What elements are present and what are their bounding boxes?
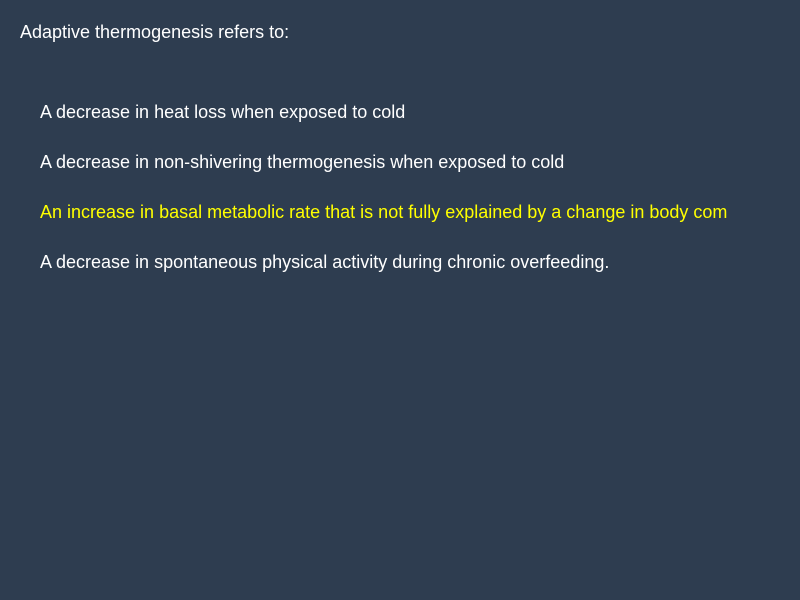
- answer-option-4[interactable]: A decrease in spontaneous physical activ…: [40, 251, 800, 273]
- answer-options: A decrease in heat loss when exposed to …: [40, 101, 800, 301]
- answer-option-1[interactable]: A decrease in heat loss when exposed to …: [40, 101, 800, 123]
- question-text: Adaptive thermogenesis refers to:: [20, 22, 290, 42]
- answer-option-2[interactable]: A decrease in non-shivering thermogenesi…: [40, 151, 800, 173]
- answer-option-3-highlighted[interactable]: An increase in basal metabolic rate that…: [40, 201, 800, 223]
